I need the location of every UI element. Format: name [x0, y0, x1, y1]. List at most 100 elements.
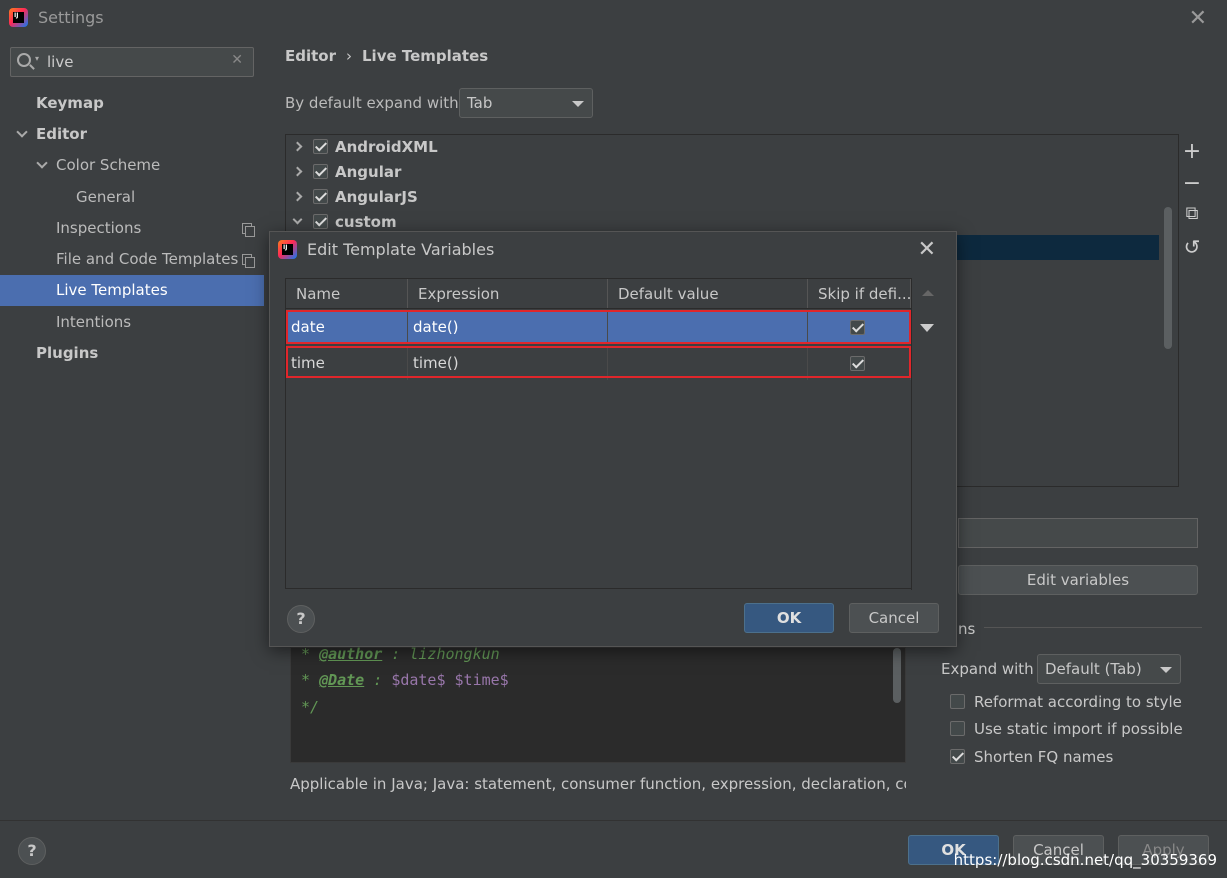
watermark-text: https://blog.csdn.net/qq_30359369	[953, 851, 1217, 869]
shorten-fq-label: Shorten FQ names	[974, 748, 1114, 766]
template-text-editor[interactable]: * @author : lizhongkun * @Date : $date$ …	[290, 645, 906, 763]
remove-icon[interactable]: −	[1182, 171, 1202, 196]
sidebar-item-label: Intentions	[56, 313, 132, 331]
column-header-expression[interactable]: Expression	[408, 279, 608, 308]
chevron-down-icon[interactable]	[292, 214, 303, 225]
sidebar-item-label: Editor	[36, 125, 87, 143]
scrollbar[interactable]	[1164, 207, 1172, 349]
column-header-skip[interactable]: Skip if defi...	[808, 279, 911, 308]
expand-with-label: By default expand with	[285, 94, 459, 112]
sidebar-item-keymap[interactable]: Keymap	[36, 88, 256, 119]
checkbox[interactable]	[950, 721, 965, 736]
chevron-right-icon[interactable]	[292, 191, 303, 202]
checkbox[interactable]	[313, 139, 328, 154]
move-down-icon[interactable]	[920, 324, 934, 332]
dialog-title: Edit Template Variables	[307, 240, 495, 259]
settings-sidebar: ▾ ✕ Keymap Editor Color Scheme General I…	[0, 36, 264, 820]
clear-icon[interactable]: ✕	[231, 52, 243, 68]
close-icon[interactable]: ✕	[1189, 6, 1207, 31]
expand-with-option-select[interactable]: Default (Tab)	[1037, 654, 1181, 684]
intellij-logo-icon: IJ	[9, 8, 28, 27]
chevron-down-icon[interactable]	[16, 126, 28, 138]
sidebar-item-inspections[interactable]: Inspections	[56, 213, 264, 244]
description-field[interactable]	[958, 518, 1198, 548]
expand-with-option-value: Default (Tab)	[1045, 660, 1142, 678]
reformat-label: Reformat according to style	[974, 693, 1182, 711]
checkbox[interactable]	[950, 694, 965, 709]
code-line: * @author : lizhongkun	[301, 645, 500, 663]
help-button[interactable]: ?	[18, 837, 46, 865]
breadcrumb-editor: Editor	[285, 47, 336, 65]
checkbox[interactable]	[313, 189, 328, 204]
title-bar: IJ Settings ✕	[0, 0, 1227, 36]
intellij-logo-icon: IJ	[278, 240, 297, 259]
sidebar-item-plugins[interactable]: Plugins	[36, 338, 256, 369]
expression-cell[interactable]: date()	[408, 310, 608, 344]
static-import-option[interactable]: Use static import if possible	[950, 720, 1183, 738]
divider	[984, 627, 1202, 628]
skip-cell[interactable]	[808, 310, 911, 344]
table-row[interactable]: date date()	[286, 310, 911, 344]
cancel-button[interactable]: Cancel	[849, 603, 939, 633]
search-input[interactable]	[47, 50, 227, 74]
table-row[interactable]: time time()	[286, 346, 911, 380]
search-field[interactable]: ▾ ✕	[10, 47, 254, 77]
skip-cell[interactable]	[808, 346, 911, 380]
sidebar-item-general[interactable]: General	[76, 182, 256, 213]
sidebar-item-live-templates[interactable]: Live Templates	[0, 275, 264, 306]
help-button[interactable]: ?	[287, 605, 315, 633]
edit-template-variables-dialog: IJ Edit Template Variables ✕ Name Expres…	[269, 231, 957, 647]
chevron-right-icon[interactable]	[292, 141, 303, 152]
expand-with-value: Tab	[467, 94, 493, 112]
sidebar-item-editor[interactable]: Editor	[16, 119, 258, 150]
edit-variables-button[interactable]: Edit variables	[958, 565, 1198, 595]
default-value-cell[interactable]	[608, 346, 808, 380]
default-value-cell[interactable]	[608, 310, 808, 344]
close-icon[interactable]: ✕	[918, 237, 936, 262]
bottom-bar: ? OK Cancel Apply https://blog.csdn.net/…	[0, 820, 1227, 878]
code-line: * @Date : $date$ $time$	[301, 671, 509, 689]
applicable-contexts-text[interactable]: Applicable in Java; Java: statement, con…	[290, 775, 906, 793]
checkbox[interactable]	[850, 320, 865, 335]
template-group-angularjs[interactable]: AngularJS	[292, 185, 418, 210]
options-section-label: ns	[958, 620, 976, 638]
column-header-default-value[interactable]: Default value	[608, 279, 808, 308]
variables-table: Name Expression Default value Skip if de…	[285, 278, 912, 590]
chevron-down-icon[interactable]	[36, 157, 48, 169]
template-group-androidxml[interactable]: AndroidXML	[292, 135, 438, 160]
table-side-toolbar	[912, 278, 942, 589]
template-group-label: AngularJS	[335, 188, 418, 206]
copy-icon	[242, 223, 255, 237]
scrollbar[interactable]	[893, 648, 901, 703]
checkbox[interactable]	[313, 164, 328, 179]
checkbox[interactable]	[313, 214, 328, 229]
shorten-fq-option[interactable]: Shorten FQ names	[950, 748, 1113, 766]
checkbox[interactable]	[950, 749, 965, 764]
sidebar-item-label: General	[76, 188, 136, 206]
sidebar-item-intentions[interactable]: Intentions	[56, 307, 256, 338]
variable-name-cell[interactable]: date	[286, 310, 408, 344]
add-icon[interactable]: +	[1182, 139, 1202, 164]
expression-cell[interactable]: time()	[408, 346, 608, 380]
copy-icon[interactable]: ⧉	[1182, 203, 1202, 224]
column-header-name[interactable]: Name	[286, 279, 408, 308]
copy-icon	[242, 254, 255, 268]
template-group-angular[interactable]: Angular	[292, 160, 402, 185]
sidebar-item-color-scheme[interactable]: Color Scheme	[36, 150, 258, 181]
revert-icon[interactable]: ↺	[1182, 235, 1202, 259]
sidebar-item-file-and-code-templates[interactable]: File and Code Templates	[56, 244, 264, 275]
window-title: Settings	[38, 8, 104, 27]
table-header: Name Expression Default value Skip if de…	[286, 279, 911, 309]
sidebar-item-label: Keymap	[36, 94, 104, 112]
reformat-option[interactable]: Reformat according to style	[950, 693, 1182, 711]
template-group-label: Angular	[335, 163, 402, 181]
chevron-right-icon[interactable]	[292, 166, 303, 177]
chevron-down-icon[interactable]: ▾	[35, 54, 39, 63]
ok-button[interactable]: OK	[744, 603, 834, 633]
sidebar-item-label: Live Templates	[56, 281, 168, 299]
expand-with-select[interactable]: Tab	[459, 88, 593, 118]
move-up-icon[interactable]	[922, 290, 934, 296]
checkbox[interactable]	[850, 356, 865, 371]
variable-name-cell[interactable]: time	[286, 346, 408, 380]
breadcrumb-live-templates: Live Templates	[362, 47, 489, 65]
